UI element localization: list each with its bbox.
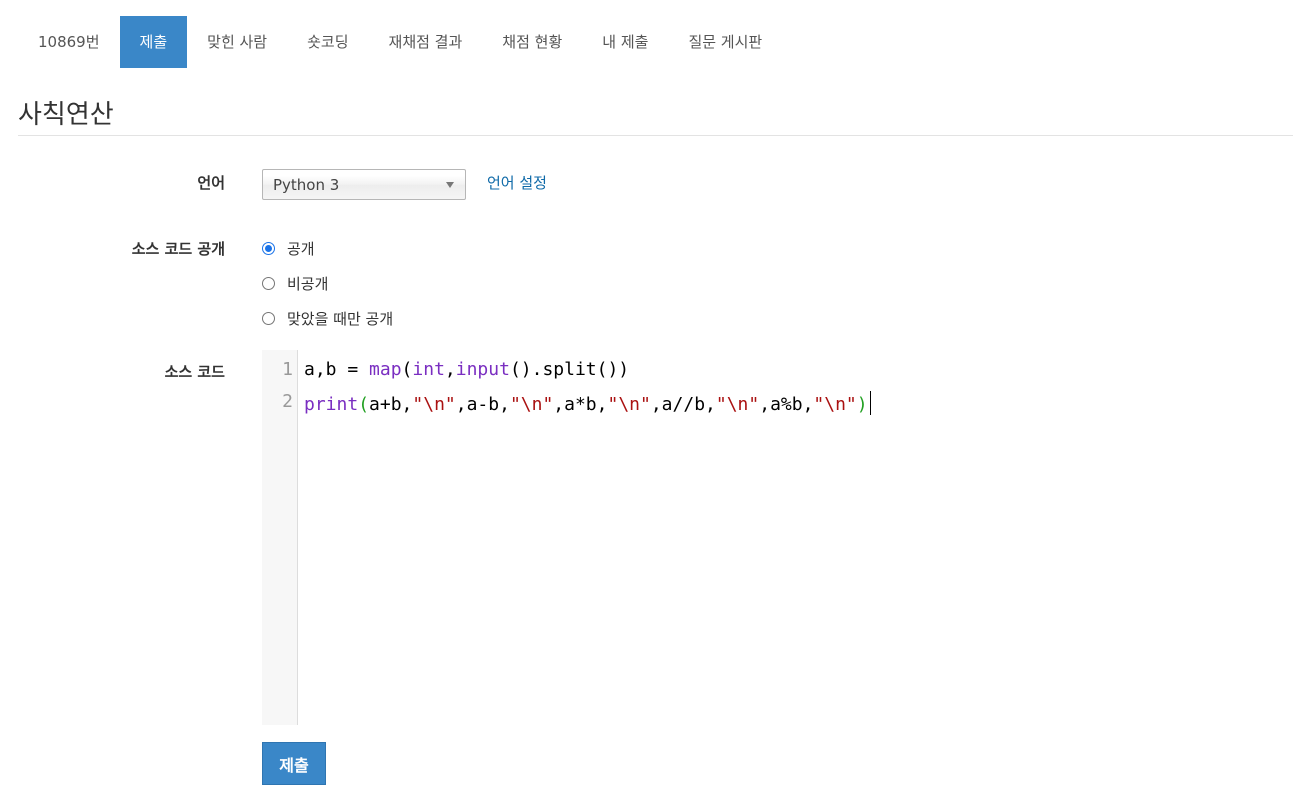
language-select[interactable]: Python 3: [262, 169, 466, 200]
visibility-option-public[interactable]: 공개: [262, 238, 315, 258]
code-token: a,b =: [304, 359, 370, 380]
text-cursor: [869, 391, 871, 415]
line-number-gutter: 1 2: [262, 350, 298, 725]
tab-my-submissions[interactable]: 내 제출: [582, 16, 668, 68]
code-token: print: [304, 394, 359, 415]
visibility-option-private[interactable]: 비공개: [262, 273, 328, 293]
code-token: "\n": [715, 394, 760, 415]
title-divider: [18, 135, 1293, 136]
code-token: "\n": [607, 394, 651, 415]
code-token: ,a-b,: [455, 394, 510, 415]
code-token: ,a*b,: [553, 394, 608, 415]
tab-solved-users[interactable]: 맞힌 사람: [187, 16, 287, 68]
code-token: int: [412, 359, 445, 380]
problem-tabs: 10869번 제출 맞힌 사람 숏코딩 재채점 결과 채점 현황 내 제출 질문…: [18, 16, 782, 68]
code-token: "\n": [509, 394, 554, 415]
chevron-down-icon: [446, 182, 454, 188]
code-token: input: [455, 359, 510, 380]
code-token: ,a//b,: [650, 394, 716, 415]
radio-public-label: 공개: [287, 239, 315, 258]
page-title: 사칙연산: [18, 100, 114, 130]
code-token: "\n": [813, 394, 857, 415]
visibility-option-accepted-only[interactable]: 맞았을 때만 공개: [262, 308, 393, 328]
submit-button[interactable]: 제출: [262, 742, 326, 785]
radio-private[interactable]: [262, 276, 275, 290]
code-token: ().split()): [509, 359, 630, 380]
line-number: 2: [282, 391, 293, 412]
code-token: ): [856, 394, 868, 415]
language-settings-link[interactable]: 언어 설정: [487, 172, 547, 193]
tab-problem-number[interactable]: 10869번: [18, 16, 120, 68]
code-token: (: [358, 394, 370, 415]
language-select-value: Python 3: [273, 176, 340, 194]
radio-private-label: 비공개: [287, 274, 329, 293]
radio-accepted-only-label: 맞았을 때만 공개: [287, 309, 394, 328]
language-label: 언어: [197, 174, 225, 192]
radio-public[interactable]: [262, 241, 275, 255]
code-token: a+b,: [369, 394, 413, 415]
code-token: ,a%b,: [759, 394, 814, 415]
code-token: map: [369, 359, 402, 380]
code-token: (: [401, 359, 413, 380]
code-line-2[interactable]: print(a+b,"\n",a-b,"\n",a*b,"\n",a//b,"\…: [304, 391, 871, 415]
tab-question-board[interactable]: 질문 게시판: [668, 16, 782, 68]
tab-submit[interactable]: 제출: [119, 16, 188, 68]
tab-rejudge-results[interactable]: 재채점 결과: [369, 16, 483, 68]
line-number: 1: [282, 359, 293, 380]
radio-accepted-only[interactable]: [262, 311, 275, 325]
code-editor[interactable]: 1 2 a,b = map(int,input().split()) print…: [262, 350, 1293, 725]
tab-judge-status[interactable]: 채점 현황: [482, 16, 582, 68]
code-token: ,: [444, 359, 456, 380]
code-token: "\n": [412, 394, 456, 415]
source-code-label: 소스 코드: [164, 363, 225, 381]
visibility-label: 소스 코드 공개: [131, 240, 225, 258]
code-line-1[interactable]: a,b = map(int,input().split()): [304, 359, 629, 380]
tab-short-coding[interactable]: 숏코딩: [287, 16, 368, 68]
